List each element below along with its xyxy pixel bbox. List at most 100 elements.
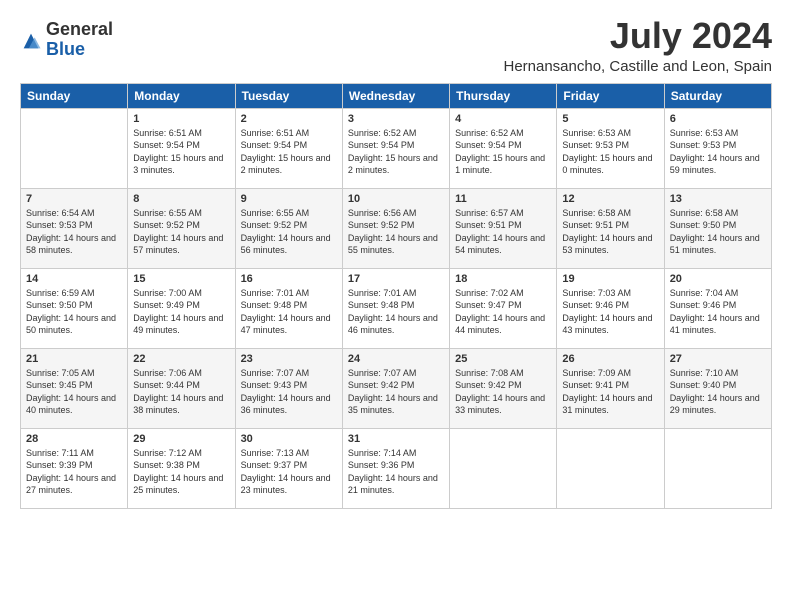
day-number: 24 [348,353,444,365]
day-number: 14 [26,273,122,285]
day-info: Sunrise: 6:54 AMSunset: 9:53 PMDaylight:… [26,207,122,257]
day-info: Sunrise: 7:04 AMSunset: 9:46 PMDaylight:… [670,287,766,337]
calendar-cell: 2 Sunrise: 6:51 AMSunset: 9:54 PMDaylight… [235,108,342,188]
day-info: Sunrise: 6:57 AMSunset: 9:51 PMDaylight:… [455,207,551,257]
calendar-cell: 29Sunrise: 7:12 AMSunset: 9:38 PMDayligh… [128,428,235,508]
logo-general: General [46,20,113,40]
day-number: 20 [670,273,766,285]
day-number: 25 [455,353,551,365]
day-number: 19 [562,273,658,285]
day-info: Sunrise: 6:51 AMSunset: 9:54 PMDaylight:… [241,127,337,177]
day-number: 17 [348,273,444,285]
calendar-cell: 15 Sunrise: 7:00 AMSunset: 9:49 PMDayligh… [128,268,235,348]
calendar-cell: 22 Sunrise: 7:06 AMSunset: 9:44 PMDayligh… [128,348,235,428]
day-number: 12 [562,193,658,205]
title-area: July 2024 Hernansancho, Castille and Leo… [503,16,772,75]
day-number: 7 [26,193,122,205]
logo-text: General Blue [46,20,113,60]
day-number: 11 [455,193,551,205]
calendar-week-5: 28Sunrise: 7:11 AMSunset: 9:39 PMDayligh… [21,428,772,508]
day-info: Sunrise: 7:11 AMSunset: 9:39 PMDaylight:… [26,447,122,497]
calendar-cell: 21 Sunrise: 7:05 AMSunset: 9:45 PMDayligh… [21,348,128,428]
day-number: 21 [26,353,122,365]
calendar-cell: 1Sunrise: 6:51 AMSunset: 9:54 PMDaylight… [128,108,235,188]
day-info: Sunrise: 6:58 AMSunset: 9:50 PMDaylight:… [670,207,766,257]
day-info: Sunrise: 6:59 AMSunset: 9:50 PMDaylight:… [26,287,122,337]
calendar-week-3: 14 Sunrise: 6:59 AMSunset: 9:50 PMDayligh… [21,268,772,348]
weekday-header-sunday: Sunday [21,83,128,108]
calendar-cell: 10Sunrise: 6:56 AMSunset: 9:52 PMDayligh… [342,188,449,268]
day-number: 1 [133,113,229,125]
day-info: Sunrise: 6:52 AMSunset: 9:54 PMDaylight:… [348,127,444,177]
calendar-cell: 28Sunrise: 7:11 AMSunset: 9:39 PMDayligh… [21,428,128,508]
calendar-cell: 3 Sunrise: 6:52 AMSunset: 9:54 PMDaylight… [342,108,449,188]
weekday-header-friday: Friday [557,83,664,108]
calendar-cell: 14 Sunrise: 6:59 AMSunset: 9:50 PMDayligh… [21,268,128,348]
day-number: 2 [241,113,337,125]
calendar-cell: 20 Sunrise: 7:04 AMSunset: 9:46 PMDayligh… [664,268,771,348]
calendar-cell: 30 Sunrise: 7:13 AMSunset: 9:37 PMDayligh… [235,428,342,508]
day-info: Sunrise: 7:07 AMSunset: 9:42 PMDaylight:… [348,367,444,417]
day-number: 5 [562,113,658,125]
day-info: Sunrise: 7:03 AMSunset: 9:46 PMDaylight:… [562,287,658,337]
day-info: Sunrise: 7:13 AMSunset: 9:37 PMDaylight:… [241,447,337,497]
calendar-cell: 23Sunrise: 7:07 AMSunset: 9:43 PMDayligh… [235,348,342,428]
calendar-cell: 13Sunrise: 6:58 AMSunset: 9:50 PMDayligh… [664,188,771,268]
weekday-header-monday: Monday [128,83,235,108]
calendar-cell: 11 Sunrise: 6:57 AMSunset: 9:51 PMDayligh… [450,188,557,268]
day-number: 30 [241,433,337,445]
day-number: 23 [241,353,337,365]
calendar-week-2: 7 Sunrise: 6:54 AMSunset: 9:53 PMDaylight… [21,188,772,268]
day-number: 4 [455,113,551,125]
day-number: 18 [455,273,551,285]
day-info: Sunrise: 6:52 AMSunset: 9:54 PMDaylight:… [455,127,551,177]
day-info: Sunrise: 7:10 AMSunset: 9:40 PMDaylight:… [670,367,766,417]
day-number: 6 [670,113,766,125]
day-info: Sunrise: 6:58 AMSunset: 9:51 PMDaylight:… [562,207,658,257]
calendar-cell: 25 Sunrise: 7:08 AMSunset: 9:42 PMDayligh… [450,348,557,428]
calendar-table: SundayMondayTuesdayWednesdayThursdayFrid… [20,83,772,509]
day-number: 15 [133,273,229,285]
day-number: 26 [562,353,658,365]
day-number: 31 [348,433,444,445]
day-number: 29 [133,433,229,445]
day-info: Sunrise: 6:56 AMSunset: 9:52 PMDaylight:… [348,207,444,257]
day-number: 27 [670,353,766,365]
day-info: Sunrise: 6:55 AMSunset: 9:52 PMDaylight:… [133,207,229,257]
day-info: Sunrise: 6:55 AMSunset: 9:52 PMDaylight:… [241,207,337,257]
calendar-cell [557,428,664,508]
calendar-cell: 16Sunrise: 7:01 AMSunset: 9:48 PMDayligh… [235,268,342,348]
day-info: Sunrise: 7:08 AMSunset: 9:42 PMDaylight:… [455,367,551,417]
day-number: 22 [133,353,229,365]
calendar-week-4: 21 Sunrise: 7:05 AMSunset: 9:45 PMDayligh… [21,348,772,428]
calendar-cell [450,428,557,508]
day-info: Sunrise: 7:01 AMSunset: 9:48 PMDaylight:… [348,287,444,337]
location-title: Hernansancho, Castille and Leon, Spain [503,58,772,75]
logo-blue: Blue [46,40,113,60]
day-info: Sunrise: 7:06 AMSunset: 9:44 PMDaylight:… [133,367,229,417]
day-info: Sunrise: 7:01 AMSunset: 9:48 PMDaylight:… [241,287,337,337]
calendar-cell: 27 Sunrise: 7:10 AMSunset: 9:40 PMDayligh… [664,348,771,428]
calendar-cell: 26 Sunrise: 7:09 AMSunset: 9:41 PMDayligh… [557,348,664,428]
month-title: July 2024 [503,16,772,56]
calendar-cell: 19 Sunrise: 7:03 AMSunset: 9:46 PMDayligh… [557,268,664,348]
day-number: 9 [241,193,337,205]
weekday-header-tuesday: Tuesday [235,83,342,108]
calendar-cell: 31Sunrise: 7:14 AMSunset: 9:36 PMDayligh… [342,428,449,508]
day-info: Sunrise: 7:00 AMSunset: 9:49 PMDaylight:… [133,287,229,337]
calendar-cell: 6 Sunrise: 6:53 AMSunset: 9:53 PMDaylight… [664,108,771,188]
logo-icon [20,30,42,52]
calendar-week-1: 1 Sunrise: 6:51 AMSunset: 9:54 PMDaylight… [21,108,772,188]
day-info: Sunrise: 6:53 AMSunset: 9:53 PMDaylight:… [562,127,658,177]
day-info: Sunrise: 6:53 AMSunset: 9:53 PMDaylight:… [670,127,766,177]
calendar-cell [664,428,771,508]
day-number: 3 [348,113,444,125]
day-info: Sunrise: 7:02 AMSunset: 9:47 PMDaylight:… [455,287,551,337]
calendar-cell: 12 Sunrise: 6:58 AMSunset: 9:51 PMDayligh… [557,188,664,268]
day-info: Sunrise: 7:09 AMSunset: 9:41 PMDaylight:… [562,367,658,417]
header: General Blue July 2024 Hernansancho, Cas… [20,16,772,75]
calendar-cell: 17 Sunrise: 7:01 AMSunset: 9:48 PMDayligh… [342,268,449,348]
calendar-cell: 8Sunrise: 6:55 AMSunset: 9:52 PMDaylight… [128,188,235,268]
day-info: Sunrise: 7:05 AMSunset: 9:45 PMDaylight:… [26,367,122,417]
calendar-cell: 18 Sunrise: 7:02 AMSunset: 9:47 PMDayligh… [450,268,557,348]
